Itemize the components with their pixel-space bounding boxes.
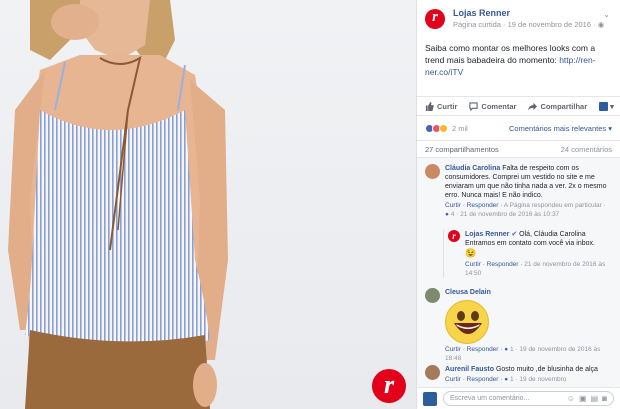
page-selector-avatar: [599, 101, 609, 111]
comment-item: Cleusa Delain Curtir · Responder · ● 1 ·…: [425, 288, 611, 363]
comment-item: Aurenil Fausto Gosto muito ,de blusinha …: [425, 365, 611, 384]
page-name[interactable]: Lojas Renner: [453, 8, 604, 18]
page-avatar[interactable]: r: [425, 8, 445, 29]
verified-icon: ✔: [511, 231, 518, 238]
comment-author[interactable]: Lojas Renner: [465, 231, 509, 238]
comment-actions[interactable]: Curtir · Responder ·: [445, 202, 502, 209]
comment-actions[interactable]: Curtir · Responder ·: [445, 376, 502, 383]
share-button[interactable]: Compartilhar: [528, 102, 587, 111]
avatar: [423, 391, 437, 406]
comment-author[interactable]: Cláudia Carolina: [445, 165, 500, 172]
reply-item: r Lojas Renner ✔ Olá, Cláudia Carolina E…: [443, 230, 611, 278]
shares-count[interactable]: 27 compartilhamentos: [425, 145, 499, 154]
comment-likes: 4: [450, 211, 455, 218]
post-photo[interactable]: r: [0, 0, 416, 409]
emoji-icon[interactable]: ☺: [567, 394, 575, 403]
avatar[interactable]: r: [448, 230, 460, 242]
comment-author[interactable]: Aurenil Fausto: [445, 366, 494, 373]
comment-text: Gosto muito ,de blusinha de alça: [495, 366, 598, 373]
avatar[interactable]: [425, 288, 440, 303]
comment-author[interactable]: Cleusa Delain: [445, 289, 491, 296]
comment-footer: Curtir · Responder · ● 1 · 19 de novembr…: [445, 376, 567, 383]
reactions-row: 2 mil Comentários mais relevantes ▾: [425, 120, 612, 136]
comment-sort-dropdown[interactable]: Comentários mais relevantes ▾: [509, 124, 612, 133]
thumbs-up-icon: [425, 101, 434, 111]
gif-icon[interactable]: ▤: [591, 394, 599, 403]
chevron-down-icon[interactable]: ⌄: [603, 10, 610, 19]
post-text: Saiba como montar os melhores looks com …: [425, 43, 596, 77]
comment-actions[interactable]: Curtir · Responder ·: [465, 261, 522, 268]
comment-input[interactable]: Escreva um comentário... ☺ ▣ ▤ ◙: [443, 391, 614, 406]
like-count-icon: ●: [504, 376, 509, 383]
stats-row: 27 compartilhamentos 24 comentários: [417, 140, 620, 158]
like-count-icon: ●: [504, 346, 509, 353]
camera-icon[interactable]: ▣: [579, 394, 587, 403]
reaction-count[interactable]: 2 mil: [452, 124, 468, 133]
comment-composer: Escreva um comentário... ☺ ▣ ▤ ◙: [417, 387, 620, 409]
laughing-sticker: [445, 300, 489, 344]
post-header: r Lojas Renner Página curtida · 19 de no…: [425, 8, 604, 29]
share-icon: [528, 102, 538, 111]
comment-footer: Curtir · Responder · 21 de novembro de 2…: [465, 260, 611, 278]
composer-icons: ☺ ▣ ▤ ◙: [567, 394, 607, 403]
wow-reaction-icon: [439, 123, 448, 133]
globe-icon: ◉: [597, 20, 605, 29]
like-button[interactable]: Curtir: [425, 101, 457, 111]
private-reply-note: A Página respondeu em particular: [503, 202, 602, 209]
post-actions: Curtir Comentar Compartilhar ▾: [417, 96, 620, 116]
comment-icon: [469, 101, 479, 111]
comment-likes: 1: [510, 376, 514, 383]
comment-list: Cláudia Carolina Falta de respeito com o…: [417, 158, 620, 387]
comment-button[interactable]: Comentar: [469, 102, 516, 111]
comment-likes: 1: [510, 346, 514, 353]
comment-footer: Curtir · Responder · A Página respondeu …: [445, 202, 606, 218]
comments-count[interactable]: 24 comentários: [561, 145, 612, 154]
laughing-face-icon: [454, 311, 482, 334]
sticker-icon[interactable]: ◙: [602, 394, 607, 403]
comment-item: Cláudia Carolina Falta de respeito com o…: [425, 164, 611, 219]
post-meta: Página curtida · 19 de novembro de 2016 …: [453, 20, 605, 29]
avatar[interactable]: [425, 164, 440, 179]
comment-date[interactable]: 19 de novembro: [519, 376, 566, 383]
chevron-down-icon: ▾: [610, 101, 614, 111]
wink-emoji: 😉: [465, 248, 477, 258]
comment-footer: Curtir · Responder · ● 1 · 19 de novembr…: [445, 346, 601, 362]
model-illustration: [8, 0, 228, 409]
comment-actions[interactable]: Curtir · Responder ·: [445, 346, 502, 353]
page-selector[interactable]: ▾: [599, 101, 614, 111]
comment-date[interactable]: 21 de novembro de 2016 às 10:37: [460, 211, 559, 218]
post-sidebar: r Lojas Renner Página curtida · 19 de no…: [416, 0, 620, 409]
brand-logo: r: [372, 369, 406, 403]
like-count-icon: ●: [445, 211, 449, 218]
avatar[interactable]: [425, 365, 440, 380]
